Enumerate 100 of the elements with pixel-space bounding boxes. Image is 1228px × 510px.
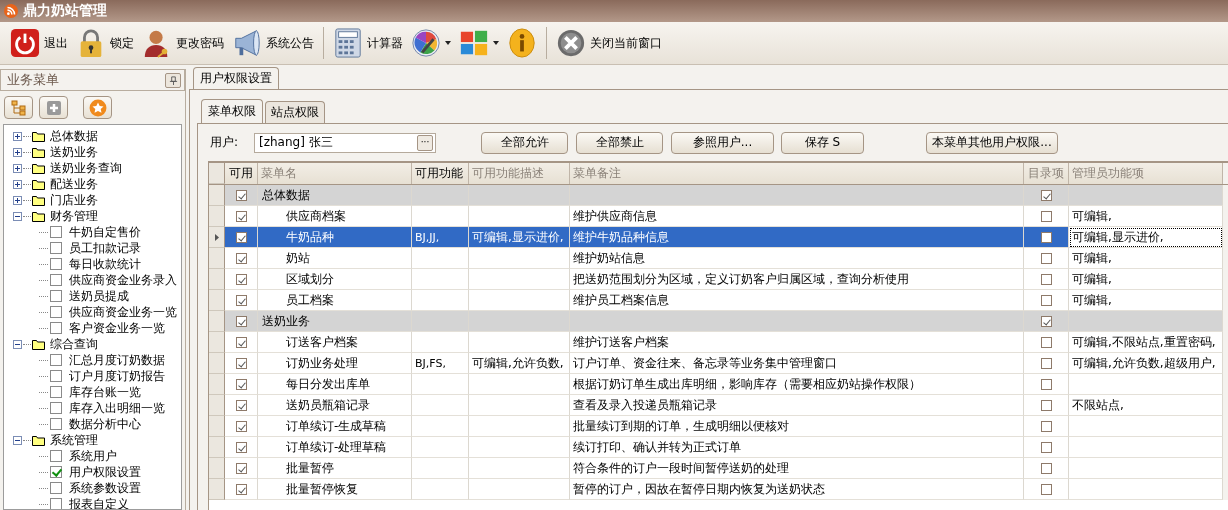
checkbox[interactable]	[50, 354, 62, 366]
tree-item[interactable]: 客户资金业务一览	[69, 319, 165, 337]
checkbox[interactable]	[1040, 483, 1052, 495]
checkbox[interactable]	[235, 462, 247, 474]
checkbox[interactable]	[1040, 210, 1052, 222]
tree-item[interactable]: 汇总月度订奶数据	[69, 351, 165, 369]
checkbox[interactable]	[235, 336, 247, 348]
checkbox[interactable]	[1040, 441, 1052, 453]
action-button[interactable]: 本菜单其他用户权限...	[926, 131, 1058, 154]
checkbox[interactable]	[1040, 189, 1052, 201]
checkbox[interactable]	[50, 258, 62, 270]
expander-icon[interactable]	[13, 211, 22, 221]
favorite-button[interactable]	[83, 96, 112, 119]
toolbar-button[interactable]: 锁定	[72, 26, 138, 60]
checkbox[interactable]	[50, 482, 62, 494]
tree-item[interactable]: 用户权限设置	[69, 463, 141, 481]
tree-item[interactable]: 供应商资金业务一览	[69, 303, 177, 321]
checkbox[interactable]	[235, 483, 247, 495]
tree-item[interactable]: 财务管理	[50, 207, 98, 225]
row-header[interactable]	[209, 227, 225, 248]
tab[interactable]: 菜单权限	[201, 99, 263, 123]
checkbox[interactable]	[50, 498, 62, 509]
checkbox[interactable]	[50, 226, 62, 238]
checkbox[interactable]	[235, 189, 247, 201]
checkbox[interactable]	[235, 315, 247, 327]
action-button[interactable]: 全部允许	[481, 131, 568, 154]
checkbox[interactable]	[1040, 231, 1052, 243]
expander-icon[interactable]	[13, 195, 22, 205]
action-button[interactable]: 保存 S	[781, 131, 864, 154]
checkbox[interactable]	[50, 466, 62, 478]
tree-item[interactable]: 订户月度订奶报告	[69, 367, 165, 385]
checkbox[interactable]	[235, 231, 247, 243]
document-tab[interactable]: 用户权限设置	[193, 67, 279, 89]
tab[interactable]: 站点权限	[265, 101, 325, 123]
expander-icon[interactable]	[13, 131, 22, 141]
checkbox[interactable]	[50, 322, 62, 334]
checkbox[interactable]	[235, 210, 247, 222]
checkbox[interactable]	[235, 294, 247, 306]
tree-item[interactable]: 每日收款统计	[69, 255, 141, 273]
tree-item[interactable]: 综合查询	[50, 335, 98, 353]
tree-item[interactable]: 库存入出明细一览	[69, 399, 165, 417]
tree-item[interactable]: 牛奶自定售价	[69, 223, 141, 241]
action-button[interactable]: 全部禁止	[576, 131, 663, 154]
tree-item[interactable]: 送奶业务	[50, 143, 98, 161]
tree-item[interactable]: 总体数据	[50, 127, 98, 145]
checkbox[interactable]	[1040, 273, 1052, 285]
tree-item[interactable]: 供应商资金业务录入	[69, 271, 177, 289]
tree-item[interactable]: 数据分析中心	[69, 415, 141, 433]
checkbox[interactable]	[50, 402, 62, 414]
column-header[interactable]: 可用功能	[412, 163, 469, 184]
checkbox[interactable]	[50, 290, 62, 302]
checkbox[interactable]	[1040, 294, 1052, 306]
action-button[interactable]: 参照用户...	[671, 131, 774, 154]
tree-item[interactable]: 系统参数设置	[69, 479, 141, 497]
expander-icon[interactable]	[13, 435, 22, 445]
checkbox[interactable]	[50, 450, 62, 462]
expander-icon[interactable]	[13, 339, 22, 349]
checkbox[interactable]	[1040, 315, 1052, 327]
tree-item[interactable]: 送奶业务查询	[50, 159, 122, 177]
checkbox[interactable]	[50, 274, 62, 286]
tree-item[interactable]: 员工扣款记录	[69, 239, 141, 257]
tree-item[interactable]: 系统用户	[69, 447, 117, 465]
pin-button[interactable]	[165, 72, 181, 88]
checkbox[interactable]	[50, 306, 62, 318]
checkbox[interactable]	[235, 378, 247, 390]
tree-item[interactable]: 门店业务	[50, 191, 98, 209]
browse-button[interactable]: ···	[417, 134, 433, 151]
column-header[interactable]: 可用	[225, 163, 258, 184]
checkbox[interactable]	[50, 386, 62, 398]
expander-icon[interactable]	[13, 163, 22, 173]
checkbox[interactable]	[235, 420, 247, 432]
tree-item[interactable]: 配送业务	[50, 175, 98, 193]
tree-item[interactable]: 送奶员提成	[69, 287, 129, 305]
user-field[interactable]: [zhang] 张三 ···	[254, 132, 436, 153]
checkbox[interactable]	[1040, 252, 1052, 264]
checkbox[interactable]	[235, 252, 247, 264]
checkbox[interactable]	[1040, 357, 1052, 369]
tree-item[interactable]: 报表自定义	[69, 495, 129, 509]
add-button[interactable]	[39, 96, 68, 119]
checkbox[interactable]	[235, 399, 247, 411]
toolbar-button[interactable]: 退出	[6, 26, 72, 60]
expander-icon[interactable]	[13, 179, 22, 189]
checkbox[interactable]	[235, 357, 247, 369]
checkbox[interactable]	[235, 273, 247, 285]
tree-item[interactable]: 系统管理	[50, 431, 98, 449]
expander-icon[interactable]	[13, 147, 22, 157]
toolbar-button[interactable]: 系统公告	[228, 26, 318, 60]
toolbar-button[interactable]: 计算器	[329, 26, 407, 60]
checkbox[interactable]	[50, 418, 62, 430]
checkbox[interactable]	[1040, 336, 1052, 348]
tree-view-button[interactable]	[4, 96, 33, 119]
checkbox[interactable]	[235, 441, 247, 453]
tree-item[interactable]: 库存台账一览	[69, 383, 141, 401]
checkbox[interactable]	[1040, 378, 1052, 390]
toolbar-button[interactable]: 关闭当前窗口	[552, 26, 666, 60]
checkbox[interactable]	[1040, 420, 1052, 432]
checkbox[interactable]	[50, 242, 62, 254]
toolbar-button[interactable]: 更改密码	[138, 26, 228, 60]
checkbox[interactable]	[1040, 399, 1052, 411]
checkbox[interactable]	[1040, 462, 1052, 474]
